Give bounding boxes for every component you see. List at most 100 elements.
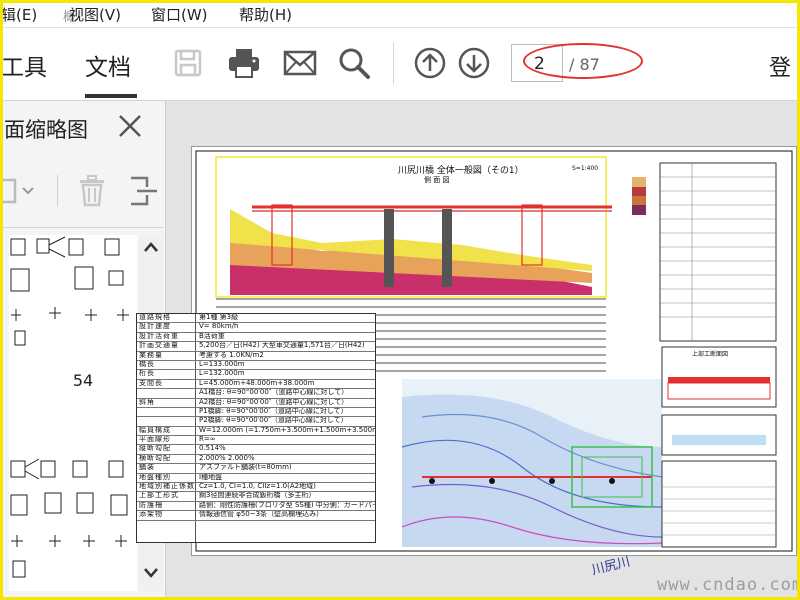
drawing-subtitle: 側 面 図 — [424, 176, 450, 184]
spec-key: 幅員構成 — [139, 426, 171, 434]
spec-key: 平面線形 — [139, 436, 171, 444]
spec-value: P1橋脚: θ=90°00′00″（道路中心線に対して） — [199, 407, 348, 415]
save-icon[interactable] — [171, 46, 205, 80]
spec-table-row: 計画交通量 5,200台／日(H42) 大型車交通量1,571台／日(H42) — [137, 342, 375, 352]
toolbar-separator — [393, 42, 394, 84]
spec-key: 橋長 — [139, 360, 155, 368]
spec-table-row: 幅員構成 W=12.000m (=1.750m+3.500m+1.500m+3.5… — [137, 426, 375, 437]
spec-value: A1橋台: θ=90°00′00″（道路中心線に対して） — [199, 389, 349, 397]
thumbnail-list — [9, 235, 137, 591]
thumbnail-page-53[interactable] — [9, 235, 137, 355]
spec-table-row: 設計活荷重 B活荷重 — [137, 332, 375, 343]
spec-table-row: 舗装 アスファルト舗装(t=80mm) — [137, 464, 375, 474]
login-button[interactable]: 登 — [769, 50, 791, 82]
menu-view[interactable]: 视图(V) — [69, 4, 121, 25]
spec-value: A2橋台: θ=90°00′00″（道路中心線に対して） — [199, 398, 349, 406]
spec-key: 添架物 — [139, 511, 163, 519]
spec-key: 地域別補正係数 — [139, 483, 195, 491]
page-up-icon[interactable] — [413, 46, 447, 80]
spec-table-row: 道路規格 第1種 第3級 — [137, 314, 375, 324]
app-window: 辑(E) 概 视图(V) 窗口(W) 帮助(H) 工具 文档 2 / 87 登 … — [0, 0, 800, 600]
close-icon[interactable] — [117, 113, 143, 139]
spec-value: 5,200台／日(H42) 大型車交通量1,571台／日(H42) — [199, 342, 365, 350]
spec-key: 舗装 — [139, 464, 155, 472]
delete-icon[interactable] — [77, 175, 107, 207]
spec-value: R=∞ — [199, 436, 216, 444]
drawing-scale: S=1:400 — [572, 165, 599, 172]
spec-table-row: 防護柵 路側：剛性防護柵(フロリダ型 SS種) 中分側：ガードパイプ — [137, 501, 375, 512]
panel-title: 页面缩略图 — [3, 118, 88, 142]
spec-key: 防護柵 — [139, 501, 163, 509]
spec-table: 道路規格 第1種 第3級設計速度 V= 80km/h 設計活荷重 B活荷重計画交通量 5,… — [136, 313, 376, 543]
spec-key: 設計活荷重 — [139, 332, 179, 340]
menu-bar: 辑(E) 概 视图(V) 窗口(W) 帮助(H) — [3, 3, 797, 28]
spec-key: 計画交通量 — [139, 342, 179, 350]
spec-value: 0.514% — [199, 445, 226, 453]
extract-icon[interactable] — [127, 175, 163, 207]
spec-table-row: 上部工形式 鋼3径間連続非合成鈑桁橋（多主桁） — [137, 492, 375, 502]
toolbar: 工具 文档 2 / 87 登 — [3, 28, 797, 101]
annotation-oval — [523, 43, 643, 79]
document-view[interactable]: 川尻川橋 全体一般図（その1） S=1:400 側 面 図 上部工断面図 道路規… — [136, 101, 797, 597]
menu-edit[interactable]: 辑(E) — [3, 4, 37, 25]
spec-key: 業務量 — [139, 351, 163, 359]
spec-value: L=132.000m — [199, 370, 245, 378]
spec-key: 桁長 — [139, 370, 155, 378]
spec-table-row: 橋長 L=133.000m — [137, 360, 375, 371]
spec-value: V= 80km/h — [199, 323, 239, 331]
tab-document[interactable]: 文档 — [85, 48, 131, 82]
spec-key: 横断勾配 — [139, 454, 171, 462]
drawing-title: 川尻川橋 全体一般図（その1） — [398, 166, 524, 176]
spec-table-row: 斜角 A2橋台: θ=90°00′00″（道路中心線に対して） — [137, 399, 375, 408]
spec-table-row: P1橋脚: θ=90°00′00″（道路中心線に対して） — [137, 407, 375, 418]
spec-key: 道路規格 — [139, 314, 171, 321]
spec-value: アスファルト舗装(t=80mm) — [199, 464, 292, 472]
thumbnail-page-54[interactable] — [9, 449, 137, 589]
spec-table-row: 横断勾配 2.000% 2.000% — [137, 454, 375, 465]
print-icon[interactable] — [227, 46, 261, 80]
tab-tools[interactable]: 工具 — [3, 48, 47, 82]
spec-value: 考慮する 1.0KN/m2 — [199, 351, 264, 359]
spec-value: 第1種 第3級 — [199, 314, 239, 321]
spec-key: 地盤種別 — [139, 473, 171, 481]
spec-table-row: 設計速度 V= 80km/h — [137, 323, 375, 333]
spec-key: 縦断勾配 — [139, 445, 171, 453]
spec-table-row: P2橋脚: θ=90°00′00″（道路中心線に対して） — [137, 417, 375, 427]
spec-value: I種地盤 — [199, 473, 223, 481]
scroll-down-icon[interactable] — [143, 567, 159, 579]
spec-table-row: A1橋台: θ=90°00′00″（道路中心線に対して） — [137, 389, 375, 399]
section-title: 上部工断面図 — [692, 351, 729, 358]
spec-value: P2橋脚: θ=90°00′00″（道路中心線に対して） — [199, 417, 348, 425]
spec-value: L=45.000m+48.000m+38.000m — [199, 379, 315, 387]
spec-table-row: 縦断勾配 0.514% — [137, 445, 375, 455]
panel-toolbar — [3, 171, 163, 211]
spec-value: 鋼3径間連続非合成鈑桁橋（多主桁） — [199, 492, 316, 500]
spec-key: 上部工形式 — [139, 492, 179, 500]
spec-value: W=12.000m (=1.750m+3.500m+1.500m+3.500m+… — [199, 426, 375, 434]
spec-value: B活荷重 — [199, 332, 225, 340]
search-icon[interactable] — [337, 46, 371, 80]
active-tab-indicator — [85, 94, 137, 98]
mail-icon[interactable] — [283, 46, 317, 80]
spec-key: 設計速度 — [139, 323, 171, 331]
spec-table-rows: 道路規格 第1種 第3級設計速度 V= 80km/h 設計活荷重 B活荷重計画交通量 5,… — [137, 314, 375, 521]
spec-value: 2.000% 2.000% — [199, 454, 255, 462]
scroll-up-icon[interactable] — [143, 241, 159, 253]
spec-table-row: 添架物 情報通信管 φ50~3条（壁高欄埋込み） — [137, 511, 375, 521]
spec-value: 路側：剛性防護柵(フロリダ型 SS種) 中分側：ガードパイプ — [199, 501, 375, 509]
spec-table-row: 桁長 L=132.000m — [137, 370, 375, 380]
spec-table-row: 地盤種別 I種地盤 — [137, 473, 375, 484]
spec-table-row: 地域別補正係数 Cz=1.0, CI=1.0, CIIz=1.0(A2地域) — [137, 483, 375, 493]
spec-table-row: 平面線形 R=∞ — [137, 436, 375, 446]
spec-value: L=133.000m — [199, 360, 245, 368]
spec-value: Cz=1.0, CI=1.0, CIIz=1.0(A2地域) — [199, 483, 316, 491]
page-options-icon[interactable] — [3, 177, 37, 205]
spec-table-row: 業務量 考慮する 1.0KN/m2 — [137, 352, 375, 361]
panel-tools-separator — [57, 175, 58, 207]
page-down-icon[interactable] — [457, 46, 491, 80]
menu-window[interactable]: 窗口(W) — [151, 4, 208, 25]
panel-divider — [3, 227, 163, 228]
spec-key: 支間長 — [139, 379, 163, 387]
spec-key: 斜角 — [139, 398, 155, 406]
menu-help[interactable]: 帮助(H) — [239, 4, 292, 25]
